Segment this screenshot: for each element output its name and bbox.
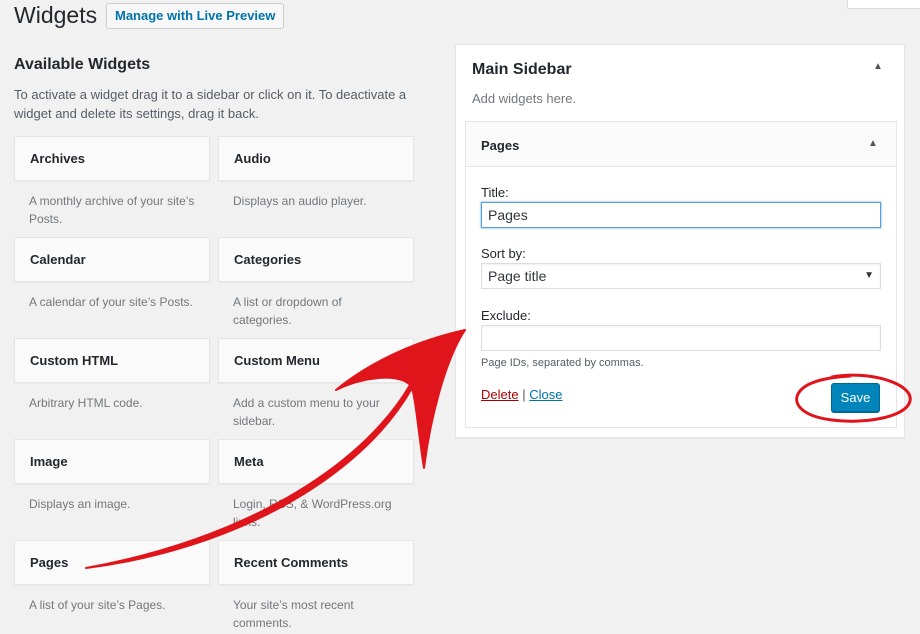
widget-description: Displays an audio player. xyxy=(233,194,367,208)
widget-description: A calendar of your site’s Posts. xyxy=(29,295,193,309)
widget-title[interactable]: Image xyxy=(14,439,210,484)
exclude-input[interactable] xyxy=(481,325,881,351)
widget-description: Your site’s most recent comments. xyxy=(233,598,354,630)
title-input[interactable]: Pages xyxy=(481,202,881,228)
widget-title[interactable]: Pages xyxy=(14,540,210,585)
sort-by-select[interactable]: Page title ▼ xyxy=(481,263,881,289)
widget-description: A list or dropdown of categories. xyxy=(233,295,342,327)
widget-description: Displays an image. xyxy=(29,497,131,511)
widget-description: Add a custom menu to your sidebar. xyxy=(233,396,380,428)
exclude-label: Exclude: xyxy=(481,308,531,323)
save-button[interactable]: Save xyxy=(831,383,880,412)
widget-description: Login, RSS, & WordPress.org links. xyxy=(233,497,392,529)
sidebar-title[interactable]: Main Sidebar xyxy=(472,61,572,79)
available-widgets-grid: Archives A monthly archive of your site’… xyxy=(14,136,414,634)
collapse-arrow-icon[interactable]: ▲ xyxy=(873,61,883,72)
widget-control-links: Delete | Close xyxy=(481,387,562,402)
dropdown-arrow-icon: ▼ xyxy=(864,270,874,281)
delete-link[interactable]: Delete xyxy=(481,387,519,402)
widget-custom-menu[interactable]: Custom Menu Add a custom menu to your si… xyxy=(218,338,414,439)
sort-by-value: Page title xyxy=(488,268,547,284)
widget-description: A monthly archive of your site’s Posts. xyxy=(29,194,195,226)
main-sidebar-panel: Main Sidebar ▲ Add widgets here. Pages ▲… xyxy=(455,44,905,438)
widget-categories[interactable]: Categories A list or dropdown of categor… xyxy=(218,237,414,338)
exclude-help-text: Page IDs, separated by commas. xyxy=(481,357,644,369)
manage-live-preview-button[interactable]: Manage with Live Preview xyxy=(106,3,285,29)
widget-title[interactable]: Audio xyxy=(218,136,414,181)
widget-calendar[interactable]: Calendar A calendar of your site’s Posts… xyxy=(14,237,210,338)
title-label: Title: xyxy=(481,185,509,200)
widget-description: A list of your site’s Pages. xyxy=(29,598,166,612)
widget-title[interactable]: Calendar xyxy=(14,237,210,282)
widget-title[interactable]: Categories xyxy=(218,237,414,282)
close-link[interactable]: Close xyxy=(529,387,562,402)
sort-by-label: Sort by: xyxy=(481,246,526,261)
widget-title[interactable]: Recent Comments xyxy=(218,540,414,585)
widget-audio[interactable]: Audio Displays an audio player. xyxy=(218,136,414,237)
link-separator: | xyxy=(522,387,526,402)
widget-custom-html[interactable]: Custom HTML Arbitrary HTML code. xyxy=(14,338,210,439)
pages-widget-form: Pages ▲ Title: Pages Sort by: Page title… xyxy=(465,121,897,428)
available-widgets-title: Available Widgets xyxy=(14,56,151,73)
sidebar-hint: Add widgets here. xyxy=(472,91,577,106)
widget-image[interactable]: Image Displays an image. xyxy=(14,439,210,540)
widget-description: Arbitrary HTML code. xyxy=(29,396,143,410)
widget-title[interactable]: Archives xyxy=(14,136,210,181)
pages-widget-header[interactable]: Pages ▲ xyxy=(466,122,896,167)
top-right-box xyxy=(847,0,920,9)
widget-archives[interactable]: Archives A monthly archive of your site’… xyxy=(14,136,210,237)
widget-recent-comments[interactable]: Recent Comments Your site’s most recent … xyxy=(218,540,414,634)
collapse-arrow-icon[interactable]: ▲ xyxy=(868,138,878,149)
widget-title[interactable]: Custom Menu xyxy=(218,338,414,383)
widget-title[interactable]: Custom HTML xyxy=(14,338,210,383)
page-title: Widgets xyxy=(14,2,98,28)
widget-meta[interactable]: Meta Login, RSS, & WordPress.org links. xyxy=(218,439,414,540)
widget-pages[interactable]: Pages A list of your site’s Pages. xyxy=(14,540,210,634)
pages-widget-title: Pages xyxy=(481,138,520,153)
available-widgets-description: To activate a widget drag it to a sideba… xyxy=(14,87,407,121)
widget-title[interactable]: Meta xyxy=(218,439,414,484)
